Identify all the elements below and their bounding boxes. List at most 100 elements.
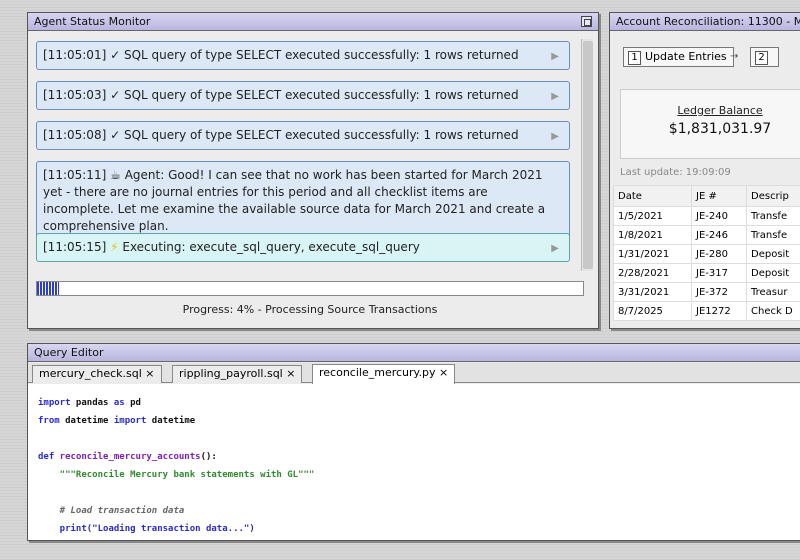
code-text: pandas (70, 398, 114, 408)
log-time: [11:05:01] (43, 48, 107, 62)
column-header[interactable]: Descrip (746, 185, 800, 207)
check-icon: ✓ (110, 48, 121, 62)
lightning-icon: ⚡ (110, 240, 119, 254)
cell-description: Deposit (746, 263, 800, 283)
log-text: SQL query of type SELECT executed succes… (123, 128, 519, 142)
account-titlebar[interactable]: Account Reconciliation: 11300 - M (610, 13, 800, 31)
cell-description: Transfe (746, 225, 800, 245)
log-scrollbar[interactable] (581, 39, 593, 271)
cell-je: JE-317 (691, 263, 747, 283)
log-message[interactable]: [11:05:01] ✓ SQL query of type SELECT ex… (36, 41, 570, 70)
tab-reconcile-mercury[interactable]: reconcile_mercury.py × (312, 364, 456, 384)
agent-message[interactable]: [11:05:11] ☕ Agent: Good! I can see that… (36, 161, 570, 241)
ledger-balance-label[interactable]: Ledger Balance (621, 104, 800, 117)
log-message[interactable]: [11:05:08] ✓ SQL query of type SELECT ex… (36, 121, 570, 150)
code-keyword: import (38, 398, 71, 408)
table-row[interactable]: 2/28/2021 JE-317 Deposit (613, 263, 800, 283)
code-line: import pandas as pd (38, 394, 800, 412)
code-text: (): (200, 452, 217, 462)
progress-fill (37, 282, 59, 295)
expand-arrow-icon[interactable]: ▶ (551, 48, 559, 65)
cell-date: 8/7/2025 (613, 301, 692, 321)
table-row[interactable]: 1/31/2021 JE-280 Deposit (613, 244, 800, 264)
step-2-button[interactable]: 2 (750, 47, 779, 67)
cell-date: 1/31/2021 (613, 244, 692, 264)
code-text: datetime (146, 416, 196, 426)
cell-description: Deposit (746, 244, 800, 264)
table-row[interactable]: 8/7/2025 JE1272 Check D (613, 301, 800, 321)
log-text: SQL query of type SELECT executed succes… (123, 48, 519, 62)
arrow-right-icon: → (730, 51, 739, 62)
log-time: [11:05:15] (43, 240, 107, 254)
code-text: datetime (59, 416, 114, 426)
journal-entries-table: Date JE # Descrip 1/5/2021 JE-240 Transf… (613, 185, 800, 321)
step-bar: 1 Update Entries → 2 (610, 32, 800, 82)
agent-icon: ☕ (110, 168, 121, 182)
log-time: [11:05:11] (43, 168, 107, 182)
cell-description: Transfe (746, 206, 800, 226)
ledger-balance-value: $1,831,031.97 (668, 121, 772, 137)
cell-je: JE-246 (691, 225, 747, 245)
code-keyword: def (38, 452, 55, 462)
code-line: def reconcile_mercury_accounts(): (38, 448, 800, 466)
cell-je: JE-240 (691, 206, 747, 226)
log-text: SQL query of type SELECT executed succes… (123, 88, 519, 102)
expand-arrow-icon[interactable]: ▶ (551, 128, 559, 145)
code-line: print("Loading transaction data...") (38, 524, 255, 534)
log-time: [11:05:08] (43, 128, 107, 142)
last-update: Last update: 19:09:09 (620, 167, 731, 178)
table-row[interactable]: 1/8/2021 JE-246 Transfe (613, 225, 800, 245)
step-update-entries-button[interactable]: 1 Update Entries (623, 47, 734, 67)
check-icon: ✓ (110, 88, 121, 102)
agent-monitor-titlebar[interactable]: Agent Status Monitor (28, 13, 598, 31)
column-header[interactable]: JE # (691, 185, 747, 207)
check-icon: ✓ (110, 128, 121, 142)
step-number: 2 (755, 51, 768, 65)
log-text: Executing: execute_sql_query, execute_sq… (122, 240, 420, 254)
cell-date: 2/28/2021 (613, 263, 692, 283)
code-keyword: from (38, 416, 60, 426)
progress-bar (36, 281, 584, 296)
agent-monitor-title: Agent Status Monitor (34, 15, 151, 28)
tab-mercury-check[interactable]: mercury_check.sql × (32, 365, 162, 383)
log-message[interactable]: [11:05:15] ⚡ Executing: execute_sql_quer… (36, 233, 570, 262)
code-keyword: import (113, 416, 147, 426)
column-header[interactable]: Date (613, 185, 692, 207)
agent-status-monitor-window: Agent Status Monitor [11:05:01] ✓ SQL qu… (27, 12, 599, 329)
query-editor-titlebar[interactable]: Query Editor (28, 344, 800, 362)
step-label: Update Entries (645, 50, 727, 63)
cell-description: Check D (746, 301, 800, 321)
code-line: # Load transaction data (38, 506, 185, 516)
code-text: pd (124, 398, 141, 408)
tab-rippling-payroll[interactable]: rippling_payroll.sql × (172, 365, 303, 383)
code-line: """Reconcile Mercury bank statements wit… (38, 470, 315, 480)
account-title: Account Reconciliation: 11300 - M (616, 15, 800, 28)
account-reconciliation-window: Account Reconciliation: 11300 - M 1 Updat… (609, 12, 800, 329)
code-function: reconcile_mercury_accounts (54, 452, 201, 462)
cell-je: JE1272 (691, 301, 747, 321)
cell-je: JE-372 (691, 282, 747, 302)
expand-arrow-icon[interactable]: ▶ (551, 88, 559, 105)
agent-log: [11:05:01] ✓ SQL query of type SELECT ex… (34, 39, 582, 271)
editor-tabs: mercury_check.sql × rippling_payroll.sql… (28, 363, 800, 384)
cell-date: 3/31/2021 (613, 282, 692, 302)
cell-date: 1/5/2021 (613, 206, 692, 226)
query-editor-window: Query Editor mercury_check.sql × ripplin… (27, 343, 800, 541)
code-line: from datetime import datetime (38, 412, 800, 430)
log-message[interactable]: [11:05:03] ✓ SQL query of type SELECT ex… (36, 81, 570, 110)
table-header-row: Date JE # Descrip (613, 185, 800, 207)
cell-description: Treasur (746, 282, 800, 302)
expand-arrow-icon[interactable]: ▶ (551, 240, 559, 257)
table-row[interactable]: 1/5/2021 JE-240 Transfe (613, 206, 800, 226)
scroll-thumb[interactable] (583, 41, 593, 269)
progress-section: Progress: 4% - Processing Source Transac… (34, 277, 586, 319)
zoom-box-icon[interactable] (581, 16, 592, 27)
cell-je: JE-280 (691, 244, 747, 264)
cell-date: 1/8/2021 (613, 225, 692, 245)
table-row[interactable]: 3/31/2021 JE-372 Treasur (613, 282, 800, 302)
code-editor[interactable]: import pandas as pd from datetime import… (28, 384, 800, 540)
ledger-balance-card: Ledger Balance $1,831,031.97 (620, 89, 800, 159)
query-editor-title: Query Editor (34, 346, 104, 359)
